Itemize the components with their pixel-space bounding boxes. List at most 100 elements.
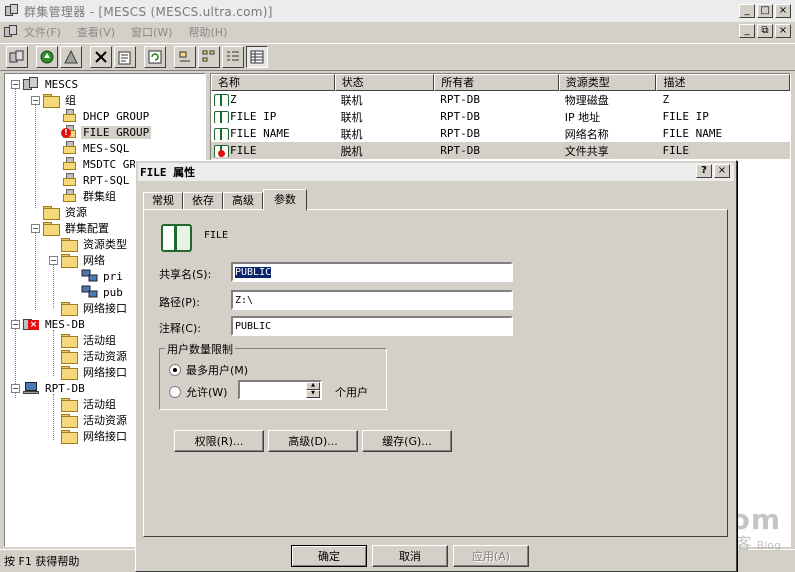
tree-network-collapse[interactable]: − <box>49 256 58 265</box>
tree-network[interactable]: 网络 <box>61 252 107 268</box>
tree-resource-types[interactable]: 资源类型 <box>61 236 129 252</box>
caching-button[interactable]: 缓存(G)... <box>362 430 452 452</box>
tree-node1-active-resources[interactable]: 活动资源 <box>61 348 129 364</box>
table-row[interactable]: FILE NAME 联机 RPT-DB 网络名称 FILE NAME <box>211 125 790 142</box>
connect-button[interactable] <box>6 46 28 68</box>
advanced-share-button[interactable]: 高级(D)... <box>268 430 358 452</box>
delete-button[interactable] <box>90 46 112 68</box>
folder-icon <box>61 302 78 316</box>
list-view-icon <box>227 51 239 61</box>
tab-advanced[interactable]: 高级 <box>223 192 263 210</box>
group-icon <box>61 173 77 187</box>
tree-node-rpt-db[interactable]: RPT-DB <box>23 380 87 396</box>
close-button[interactable]: × <box>775 4 791 18</box>
tree-group-rpt-sql[interactable]: RPT-SQL <box>61 172 131 188</box>
apply-button[interactable]: 应用(A) <box>453 545 529 567</box>
cell-name: FILE NAME <box>230 126 290 140</box>
table-row-selected[interactable]: FILE 脱机 RPT-DB 文件共享 FILE <box>211 142 790 159</box>
column-header-type[interactable]: 资源类型 <box>558 74 657 91</box>
large-icons-icon <box>179 51 190 62</box>
path-input[interactable]: Z:\ <box>231 290 513 310</box>
tree-node2-active-groups[interactable]: 活动组 <box>61 396 118 412</box>
column-header-owner[interactable]: 所有者 <box>434 74 559 91</box>
tree-resources[interactable]: 资源 <box>43 204 89 220</box>
tree-root-collapse[interactable]: − <box>11 80 20 89</box>
tree-node2-active-resources[interactable]: 活动资源 <box>61 412 129 428</box>
spin-down-icon[interactable]: ▼ <box>306 390 320 398</box>
list-view-button[interactable] <box>222 46 244 68</box>
tree-node-mes-db[interactable]: × MES-DB <box>23 316 87 332</box>
share-name-input[interactable]: PUBLIC <box>231 262 513 282</box>
details-view-button[interactable] <box>246 46 268 68</box>
tab-general[interactable]: 常规 <box>143 192 183 210</box>
minimize-button[interactable]: _ <box>739 4 755 18</box>
table-row[interactable]: Z 联机 RPT-DB 物理磁盘 Z <box>211 91 790 108</box>
status-text: 按 F1 获得帮助 <box>4 555 80 568</box>
child-close-button[interactable]: × <box>775 24 791 38</box>
child-window-icon[interactable] <box>2 24 20 40</box>
folder-icon <box>61 398 78 412</box>
path-label: 路径(P): <box>159 296 200 309</box>
connect-icon <box>9 50 24 63</box>
cancel-button[interactable]: 取消 <box>372 545 448 567</box>
permissions-button[interactable]: 权限(R)... <box>174 430 264 452</box>
properties-button[interactable] <box>114 46 136 68</box>
dialog-close-button[interactable]: × <box>714 164 730 178</box>
menu-window[interactable]: 窗口(W) <box>131 24 172 40</box>
tree-item-label: 活动组 <box>83 398 116 411</box>
group-icon <box>61 141 77 155</box>
tree-network-interfaces[interactable]: 网络接口 <box>61 300 129 316</box>
column-header-status[interactable]: 状态 <box>334 74 435 91</box>
comment-input[interactable]: PUBLIC <box>231 316 513 336</box>
tree-group-dhcp[interactable]: DHCP GROUP <box>61 108 151 124</box>
tree-groups[interactable]: 组 <box>43 92 78 108</box>
group-icon <box>61 189 77 203</box>
tree-group-mes-sql[interactable]: MES-SQL <box>61 140 131 156</box>
menu-view[interactable]: 查看(V) <box>77 24 115 40</box>
tree-root[interactable]: MESCS <box>23 76 80 92</box>
resource-icon <box>214 127 229 141</box>
spin-up-icon[interactable]: ▲ <box>306 382 320 390</box>
tree-node1-interfaces[interactable]: 网络接口 <box>61 364 129 380</box>
comment-value: PUBLIC <box>235 321 272 332</box>
allow-users-radio[interactable]: 允许(W) <box>169 384 227 400</box>
tree-node1-collapse[interactable]: − <box>11 320 20 329</box>
refresh-button[interactable] <box>144 46 166 68</box>
radio-unchecked-icon <box>169 386 181 398</box>
tree-item-label: 活动资源 <box>83 414 127 427</box>
tree-group-cluster[interactable]: 群集组 <box>61 188 118 204</box>
small-icons-button[interactable] <box>198 46 220 68</box>
menu-help[interactable]: 帮助(H) <box>189 24 228 40</box>
column-header-desc[interactable]: 描述 <box>656 74 790 91</box>
tree-group-label: DHCP GROUP <box>83 109 150 123</box>
tree-config-collapse[interactable]: − <box>31 224 40 233</box>
tree-node1-active-groups[interactable]: 活动组 <box>61 332 118 348</box>
maximize-button[interactable]: □ <box>757 4 773 18</box>
large-icons-button[interactable] <box>174 46 196 68</box>
dialog-help-button[interactable]: ? <box>696 164 712 178</box>
tab-parameters[interactable]: 参数 <box>263 189 307 211</box>
cell-status: 联机 <box>340 110 363 124</box>
take-offline-button[interactable] <box>60 46 82 68</box>
max-users-radio[interactable]: 最多用户(M) <box>169 362 248 378</box>
child-minimize-button[interactable]: _ <box>739 24 755 38</box>
take-offline-icon <box>64 49 78 64</box>
tree-net-pub[interactable]: pub <box>81 284 125 300</box>
tree-cluster-config[interactable]: 群集配置 <box>43 220 111 236</box>
table-row[interactable]: FILE IP 联机 RPT-DB IP 地址 FILE IP <box>211 108 790 125</box>
tab-dependencies[interactable]: 依存 <box>183 192 223 210</box>
tree-groups-collapse[interactable]: − <box>31 96 40 105</box>
menu-file[interactable]: 文件(F) <box>24 24 61 40</box>
tree-group-file[interactable]: ! FILE GROUP <box>61 124 152 140</box>
column-header-name[interactable]: 名称 <box>211 74 335 91</box>
ok-button[interactable]: 确定 <box>291 545 367 567</box>
file-share-icon <box>160 222 192 252</box>
tree-node2-interfaces[interactable]: 网络接口 <box>61 428 129 444</box>
child-restore-button[interactable]: ⧉ <box>757 24 773 38</box>
allow-users-spinner[interactable]: ▲ ▼ <box>238 380 322 400</box>
bring-online-button[interactable] <box>36 46 58 68</box>
tree-net-pri[interactable]: pri <box>81 268 125 284</box>
tree-net-label: pri <box>103 269 123 283</box>
tree-node2-collapse[interactable]: − <box>11 384 20 393</box>
tree-resource-types-label: 资源类型 <box>83 238 127 251</box>
